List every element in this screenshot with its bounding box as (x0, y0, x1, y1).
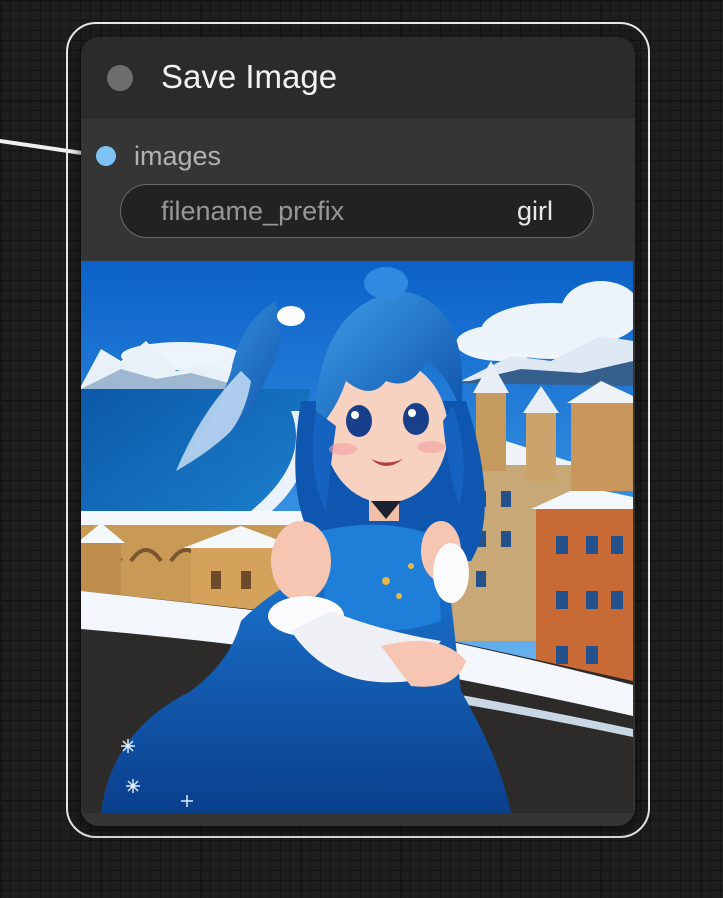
input-slot-dot-icon[interactable] (96, 146, 116, 166)
node-title: Save Image (161, 58, 338, 95)
widget-name: filename_prefix (161, 195, 345, 226)
filename-prefix-widget[interactable]: filename_prefix girl (120, 184, 594, 238)
input-slot-images[interactable]: images (96, 141, 221, 171)
widget-value: girl (516, 195, 553, 226)
image-preview[interactable] (81, 261, 633, 813)
collapse-dot-icon[interactable] (107, 65, 133, 91)
node-header[interactable]: Save Image (81, 37, 635, 118)
input-slot-label: images (134, 140, 222, 171)
graph-canvas[interactable]: Save Image images filename_prefix girl (0, 0, 723, 898)
save-image-node[interactable]: Save Image images filename_prefix girl (81, 37, 635, 826)
